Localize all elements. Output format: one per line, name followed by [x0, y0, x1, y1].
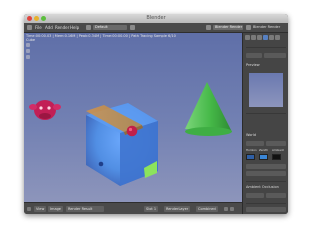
render-scene	[29, 82, 232, 186]
blender-logo-icon	[246, 25, 251, 30]
render-engine-label: Blender Render	[253, 25, 281, 29]
world-panel-title[interactable]: World	[246, 133, 256, 137]
menu-help[interactable]: Help	[70, 23, 79, 32]
ao-factor-field[interactable]	[246, 193, 264, 198]
pink-monkey-object	[29, 100, 61, 120]
paper-sky-toggle[interactable]	[246, 141, 264, 146]
zenith-label: Zenith	[259, 148, 269, 152]
red-sphere-object	[126, 125, 138, 137]
blend-sky-toggle[interactable]	[266, 141, 286, 146]
ambient-label: Ambient	[272, 148, 284, 152]
display-channels-icon[interactable]	[224, 207, 228, 211]
editor-type-icon[interactable]	[27, 207, 31, 211]
menu-file[interactable]: File	[35, 23, 42, 32]
window-title: Blender	[146, 15, 166, 21]
world-tab-icon[interactable]	[263, 35, 268, 40]
screen-layout-field[interactable]: Default	[93, 25, 127, 30]
world-new-button[interactable]	[264, 53, 286, 58]
menu-render[interactable]: Render	[55, 23, 69, 32]
divider	[246, 203, 286, 204]
green-cone-object	[185, 82, 232, 136]
render-pass-select[interactable]: Combined	[196, 206, 218, 212]
add-layout-icon[interactable]	[130, 25, 135, 30]
render-tab-icon[interactable]	[245, 35, 250, 40]
horizon-color-swatch[interactable]	[246, 154, 255, 160]
image-datablock-field[interactable]: Render Result	[66, 206, 104, 212]
exposure-slider[interactable]	[246, 164, 286, 169]
layers-tab-icon[interactable]	[251, 35, 256, 40]
divider	[246, 181, 286, 182]
material-tab-icon[interactable]	[275, 35, 280, 40]
world-datablock-button[interactable]	[246, 53, 262, 58]
preview-panel-title[interactable]: Preview	[246, 63, 260, 67]
scene-tab-icon[interactable]	[257, 35, 262, 40]
divider	[246, 47, 286, 48]
ambient-occlusion-panel-title[interactable]: Ambient Occlusion	[246, 185, 279, 189]
editor-type-icon[interactable]	[27, 25, 32, 30]
blender-window: Blender File Add Render Help Default Ble…	[24, 14, 288, 214]
range-slider[interactable]	[246, 171, 286, 176]
horizon-label: Horizon	[246, 148, 257, 152]
menu-view[interactable]: View	[34, 206, 47, 212]
ambient-color-swatch[interactable]	[272, 154, 281, 160]
image-viewport[interactable]: Time:00:00.03 | Mem:0.16M | Peak:0.34M |…	[24, 33, 242, 202]
menu-add[interactable]: Add	[45, 23, 53, 32]
ao-blend-select[interactable]	[266, 193, 286, 198]
engine-icon	[206, 25, 211, 30]
info-header: File Add Render Help Default Blender Ren…	[24, 23, 288, 33]
object-tab-icon[interactable]	[269, 35, 274, 40]
display-channels-icon[interactable]	[230, 207, 234, 211]
render-engine-field[interactable]: Blender Render	[213, 25, 243, 30]
image-editor-header: View Image Render Result Slot 1 RenderLa…	[24, 202, 242, 214]
environment-lighting-toggle[interactable]	[246, 207, 286, 212]
zenith-color-swatch[interactable]	[259, 154, 268, 160]
properties-panel: Preview World Horizon Zenith Ambient Amb…	[242, 33, 288, 214]
menu-image[interactable]: Image	[48, 206, 63, 212]
title-bar: Blender	[24, 14, 288, 23]
properties-tabs	[245, 35, 287, 41]
world-preview	[249, 73, 283, 107]
slot-select[interactable]: Slot 1	[144, 206, 159, 212]
render-layer-select[interactable]: RenderLayer	[164, 206, 191, 212]
screen-layout-icon[interactable]	[86, 25, 91, 30]
divider	[246, 113, 286, 114]
